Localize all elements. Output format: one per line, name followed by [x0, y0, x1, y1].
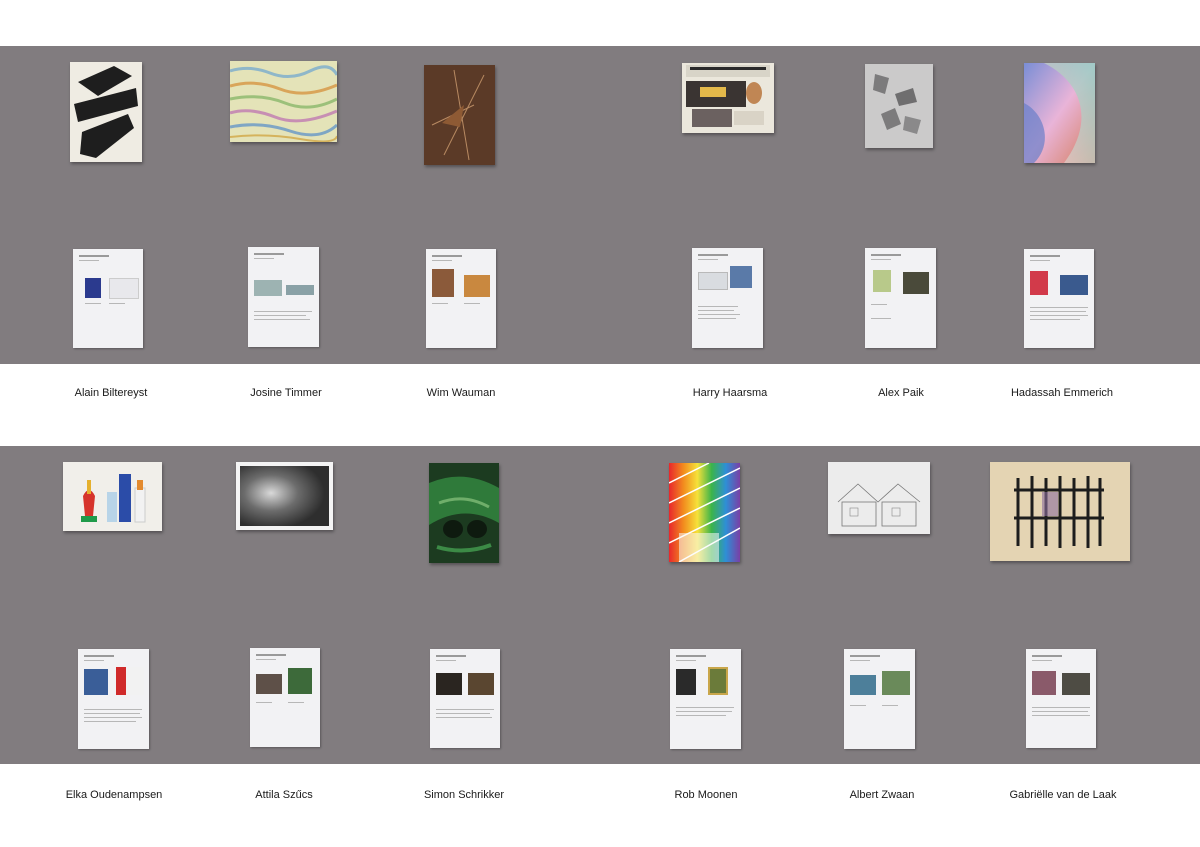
artwork-rob-moonen	[669, 463, 740, 562]
artist-name-label: Josine Timmer	[250, 387, 322, 399]
artist-name-label: Alex Paik	[878, 387, 924, 399]
info-sheet-alex-paik	[865, 248, 936, 348]
artist-name-label: Alain Biltereyst	[74, 387, 148, 399]
artwork-hadassah-emmerich	[1024, 63, 1095, 163]
artwork-elka-oudenampsen	[63, 462, 162, 531]
artist-name-label: Elka Oudenampsen	[65, 789, 163, 801]
artist-name-label: Gabriëlle van de Laak	[1009, 789, 1117, 801]
info-sheet-harry-haarsma	[692, 248, 763, 348]
artwork-wim-wauman	[424, 65, 495, 165]
info-sheet-simon-schrikker	[430, 649, 500, 748]
artwork-harry-haarsma	[682, 63, 774, 133]
artist-name-label: Wim Wauman	[426, 387, 496, 399]
info-sheet-alain-biltereyst	[73, 249, 143, 348]
artist-name-label: Hadassah Emmerich	[1010, 387, 1114, 399]
artwork-attila-szucs	[236, 462, 333, 530]
artwork-alex-paik	[865, 64, 933, 148]
info-sheet-josine-timmer	[248, 247, 319, 347]
artist-name-label: Simon Schrikker	[423, 789, 505, 801]
info-sheet-rob-moonen	[670, 649, 741, 749]
artwork-alain-biltereyst	[70, 62, 142, 162]
info-sheet-albert-zwaan	[844, 649, 915, 749]
artwork-albert-zwaan	[828, 462, 930, 534]
artist-name-label: Attila Szűcs	[255, 789, 313, 801]
gallery-wall-top	[0, 46, 1200, 364]
info-sheet-elka-oudenampsen	[78, 649, 149, 749]
artist-name-label: Harry Haarsma	[692, 387, 768, 399]
info-sheet-hadassah-emmerich	[1024, 249, 1094, 348]
artwork-simon-schrikker	[429, 463, 499, 563]
artist-name-label: Albert Zwaan	[849, 789, 915, 801]
info-sheet-gabrielle-van-de-laak	[1026, 649, 1096, 748]
artwork-josine-timmer	[230, 61, 337, 142]
artwork-gabrielle-van-de-laak	[990, 462, 1130, 561]
info-sheet-attila-szucs	[250, 648, 320, 747]
info-sheet-wim-wauman	[426, 249, 496, 348]
artist-name-label: Rob Moonen	[674, 789, 738, 801]
